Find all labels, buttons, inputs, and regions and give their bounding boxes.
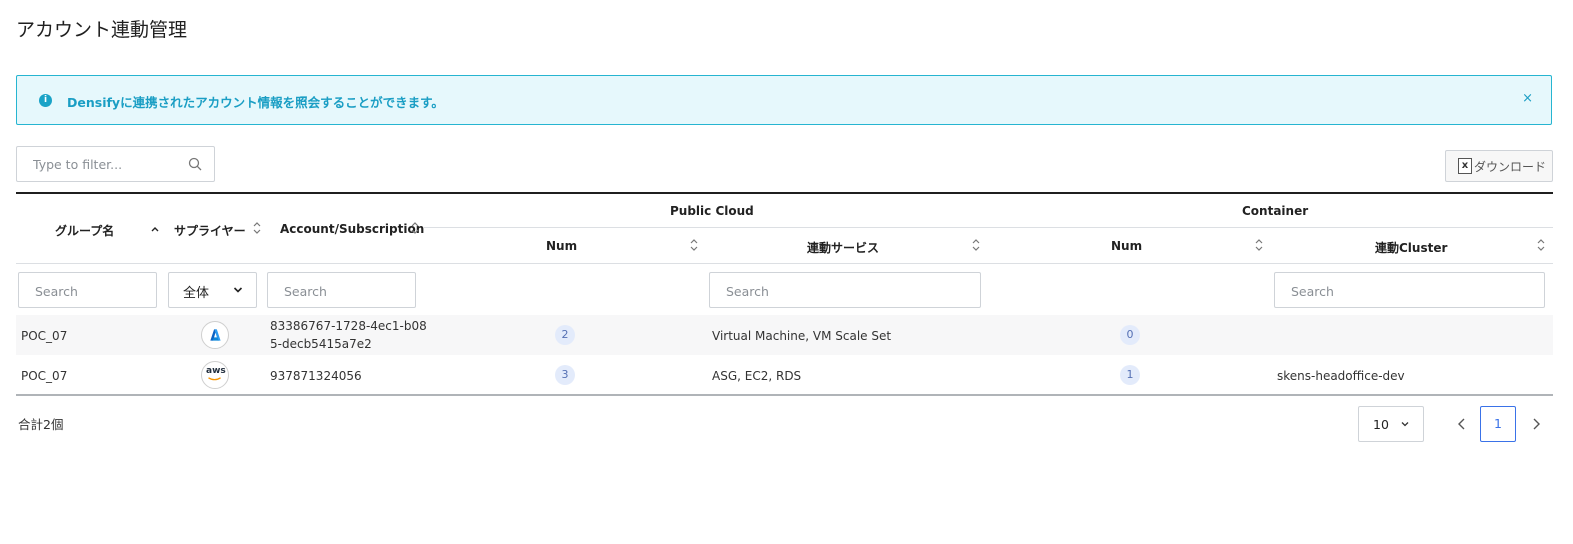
sort-icon[interactable] [1536, 238, 1546, 252]
ct-num-badge: 1 [1120, 365, 1140, 385]
sort-icon[interactable] [1254, 238, 1264, 252]
table-row[interactable]: POC_07 aws 937871324056 3 ASG, EC2, RDS … [16, 355, 1553, 395]
sort-asc-icon[interactable] [150, 222, 160, 236]
cell-pc-services: Virtual Machine, VM Scale Set [712, 329, 892, 343]
page-1-button[interactable]: 1 [1480, 406, 1516, 442]
cell-group: POC_07 [21, 329, 68, 343]
account-search [267, 272, 416, 308]
group-header-container: Container [1242, 204, 1309, 218]
sort-icon[interactable] [252, 221, 262, 235]
chevron-down-icon [1401, 422, 1409, 427]
aws-logo-icon: aws [201, 361, 229, 389]
cluster-search-input[interactable] [1289, 283, 1509, 300]
filter-box [16, 146, 215, 182]
chevron-down-icon [233, 287, 243, 293]
azure-logo-icon [201, 321, 229, 349]
cell-account-line1: 83386767-1728-4ec1-b08 [270, 319, 427, 333]
col-header-account[interactable]: Account/Subscription [280, 222, 424, 236]
ct-num-badge: 0 [1120, 325, 1140, 345]
page-size-value: 10 [1373, 417, 1389, 432]
header-divider [16, 263, 1553, 264]
cluster-search [1274, 272, 1545, 308]
pc-num-badge: 3 [555, 365, 575, 385]
table-bottom-rule [16, 394, 1553, 396]
close-icon[interactable]: × [1522, 91, 1533, 106]
info-banner: i Densifyに連携されたアカウント情報を照会することができます。 × [16, 75, 1552, 125]
col-header-group[interactable]: グループ名 [55, 222, 114, 239]
account-search-input[interactable] [282, 283, 404, 300]
sort-icon[interactable] [689, 238, 699, 252]
col-header-ct-num[interactable]: Num [1111, 239, 1142, 253]
page-size-select[interactable]: 10 [1358, 406, 1424, 442]
sort-icon[interactable] [410, 221, 420, 235]
cell-ct-cluster: skens-headoffice-dev [1277, 369, 1405, 383]
cell-account: 937871324056 [270, 369, 362, 383]
download-button[interactable]: x ダウンロード [1445, 150, 1553, 182]
search-icon[interactable] [188, 157, 202, 171]
table-row[interactable]: POC_07 83386767-1728-4ec1-b08 5-decb5415… [16, 315, 1553, 355]
info-icon: i [39, 94, 52, 107]
cell-pc-services: ASG, EC2, RDS [712, 369, 802, 383]
group-search [18, 272, 157, 308]
prev-page-icon[interactable] [1454, 416, 1470, 432]
next-page-icon[interactable] [1528, 416, 1544, 432]
table-top-rule [16, 192, 1553, 194]
group-header-public-cloud: Public Cloud [670, 204, 754, 218]
services-search-input[interactable] [724, 283, 944, 300]
page-title: アカウント連動管理 [16, 19, 188, 41]
group-search-input[interactable] [33, 283, 147, 300]
col-header-ct-cluster[interactable]: 連動Cluster [1375, 239, 1447, 256]
col-header-pc-services[interactable]: 連動サービス [807, 239, 879, 256]
download-label: ダウンロード [1474, 159, 1547, 174]
col-header-supplier[interactable]: サプライヤー [174, 222, 246, 239]
cell-account-line2: 5-decb5415a7e2 [270, 337, 372, 351]
filter-input[interactable] [31, 156, 185, 173]
total-count: 合計2個 [18, 417, 64, 432]
services-search [709, 272, 981, 308]
excel-icon: x [1458, 158, 1472, 174]
supplier-select[interactable]: 全体 [168, 272, 257, 308]
sort-icon[interactable] [971, 238, 981, 252]
col-header-pc-num[interactable]: Num [546, 239, 577, 253]
cell-group: POC_07 [21, 369, 68, 383]
banner-text: Densifyに連携されたアカウント情報を照会することができます。 [67, 95, 444, 110]
pc-num-badge: 2 [555, 325, 575, 345]
supplier-select-value: 全体 [183, 286, 210, 301]
group-header-divider [424, 227, 1553, 228]
